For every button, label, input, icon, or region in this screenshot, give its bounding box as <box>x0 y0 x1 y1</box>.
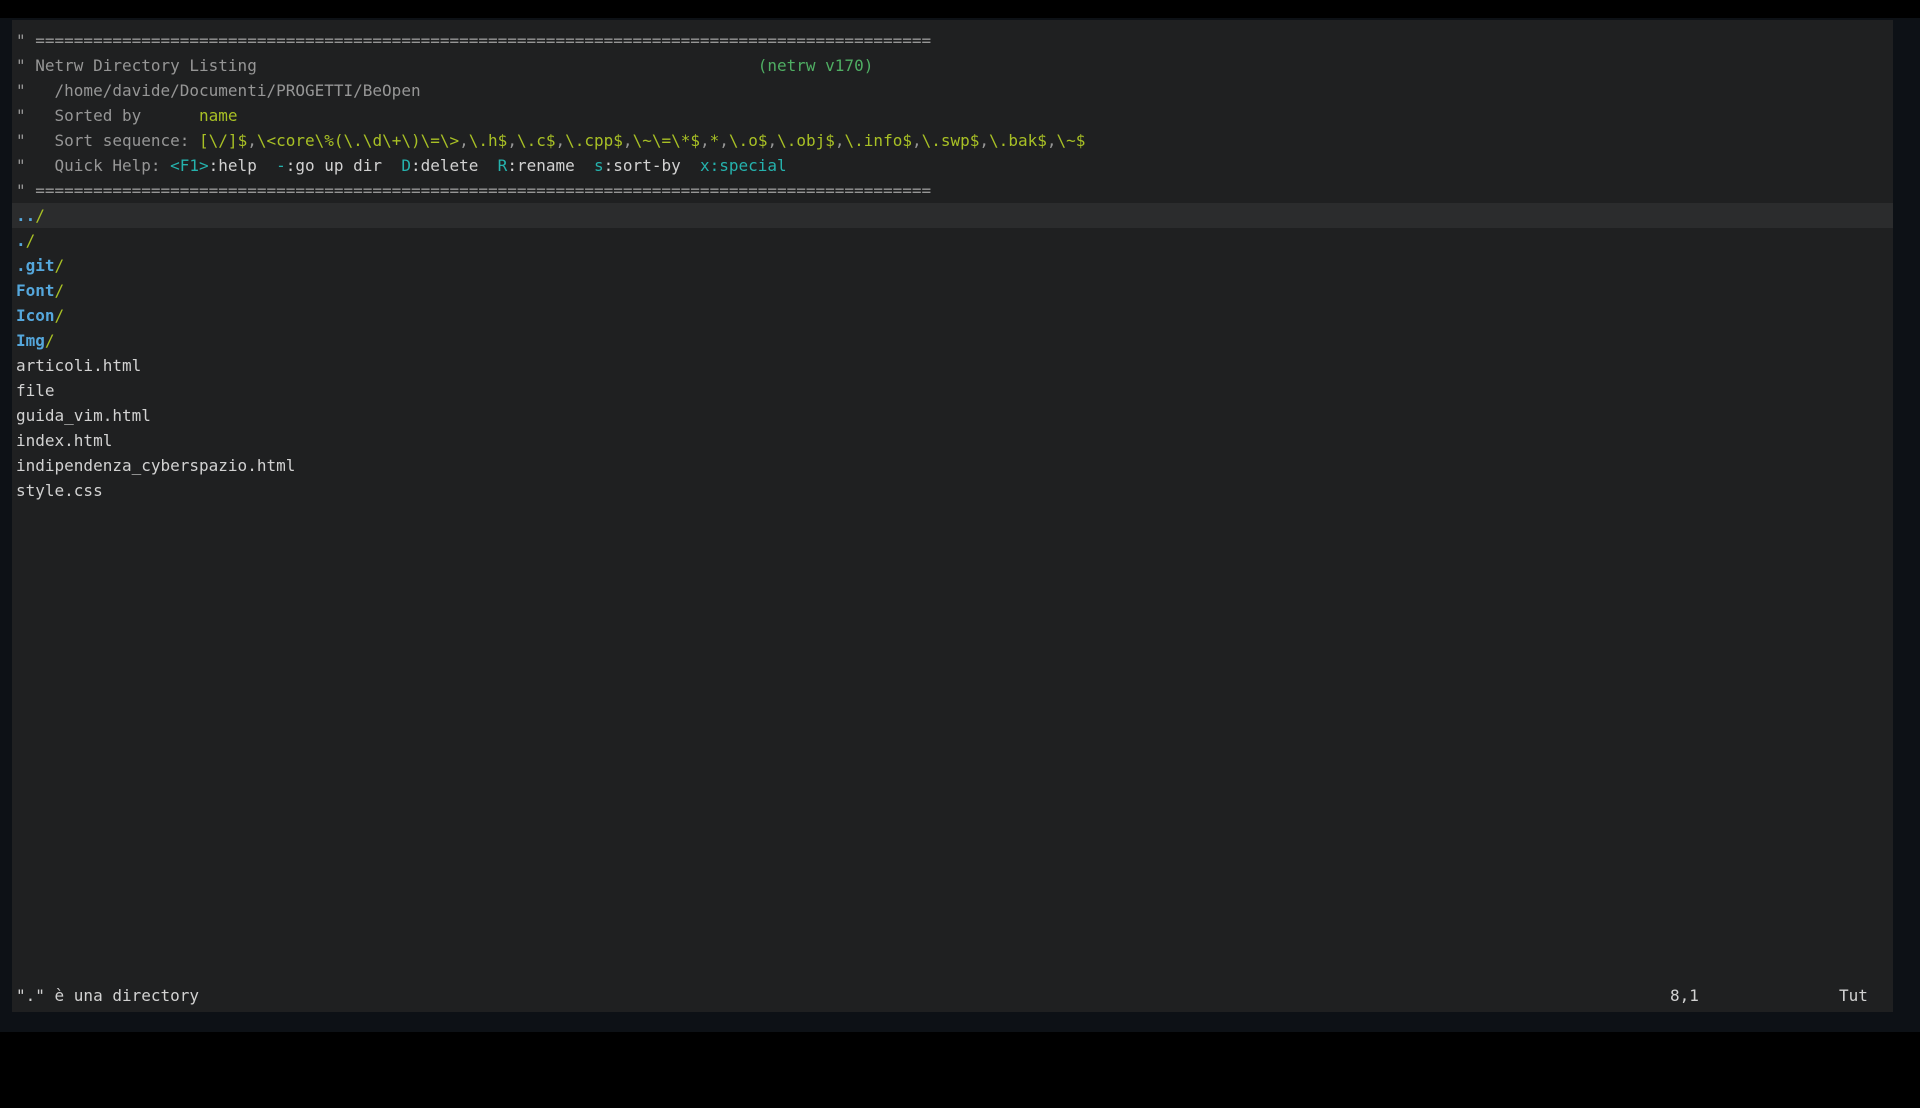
file-name: indipendenza_cyberspazio.html <box>16 456 295 475</box>
netrw-entry-indexhtml[interactable]: index.html <box>12 428 1893 453</box>
file-name: style.css <box>16 481 103 500</box>
sort-sequence-token: \.obj$ <box>777 131 835 150</box>
quick-help-desc: :sort-by <box>604 156 681 175</box>
sort-sequence-token: \.info$ <box>845 131 912 150</box>
sort-sequence-token: \.swp$ <box>922 131 980 150</box>
banner-directory-path: " /home/davide/Documenti/PROGETTI/BeOpen <box>12 78 1893 103</box>
quick-help-key: x <box>700 156 710 175</box>
directory-slash: / <box>55 281 65 300</box>
sort-sequence-token: \.o$ <box>729 131 768 150</box>
quick-help-desc: :delete <box>411 156 478 175</box>
banner-separator-bottom: " ======================================… <box>12 178 1893 203</box>
banner-sort-sequence: " Sort sequence: [\/]$,\<core\%(\.\d\+\)… <box>12 128 1893 153</box>
sort-sequence-token: \<core\%(\.\d\+\)\=\> <box>257 131 459 150</box>
directory-name: .git <box>16 256 55 275</box>
sort-sequence-token: \.cpp$ <box>565 131 623 150</box>
quick-help-key: <F1> <box>170 156 209 175</box>
sort-sequence-token: \.c$ <box>517 131 556 150</box>
sort-by-value: name <box>199 106 238 125</box>
netrw-entry-[interactable]: ./ <box>12 228 1893 253</box>
netrw-entry-Icon[interactable]: Icon/ <box>12 303 1893 328</box>
status-message: "." è una directory <box>16 983 199 1008</box>
file-name: articoli.html <box>16 356 141 375</box>
quick-help-key: s <box>594 156 604 175</box>
directory-name: Font <box>16 281 55 300</box>
sort-sequence-token: * <box>710 131 720 150</box>
sort-sequence-token: \~$ <box>1056 131 1085 150</box>
sort-sequence-token: \.h$ <box>469 131 508 150</box>
banner-title: " Netrw Directory Listing (netrw v170) <box>12 53 1893 78</box>
sort-sequence-token: [\/]$ <box>199 131 247 150</box>
directory-slash: / <box>35 206 45 225</box>
netrw-entry-stylecss[interactable]: style.css <box>12 478 1893 503</box>
vim-command-line: "." è una directory 8,1 Tut <box>12 983 1893 1008</box>
terminal-window: " ======================================… <box>0 18 1920 1032</box>
quick-help-key: - <box>276 156 286 175</box>
netrw-buffer: " ======================================… <box>12 20 1893 503</box>
banner-quick-help: " Quick Help: <F1>:help -:go up dir D:de… <box>12 153 1893 178</box>
vim-editor: " ======================================… <box>12 20 1893 1012</box>
directory-slash: / <box>55 306 65 325</box>
netrw-entry-articolihtml[interactable]: articoli.html <box>12 353 1893 378</box>
quick-help-desc: :rename <box>507 156 574 175</box>
netrw-version: (netrw v170) <box>758 56 874 75</box>
cursor-position-ruler: 8,1 <box>1670 983 1699 1008</box>
netrw-entry-file[interactable]: file <box>12 378 1893 403</box>
banner-separator-top: " ======================================… <box>12 28 1893 53</box>
netrw-entry-Img[interactable]: Img/ <box>12 328 1893 353</box>
directory-name: . <box>16 231 26 250</box>
current-directory-path: " /home/davide/Documenti/PROGETTI/BeOpen <box>16 81 421 100</box>
scroll-position-indicator: Tut <box>1839 983 1868 1008</box>
quick-help-key: D <box>401 156 411 175</box>
quick-help-desc: :go up dir <box>286 156 382 175</box>
quick-help-desc: :special <box>710 156 787 175</box>
directory-name: Icon <box>16 306 55 325</box>
directory-name: Img <box>16 331 45 350</box>
netrw-entry-[interactable]: ../ <box>12 203 1893 228</box>
netrw-entry-indipendenza_cyberspaziohtml[interactable]: indipendenza_cyberspazio.html <box>12 453 1893 478</box>
sort-sequence-token: \~\=\*$ <box>633 131 700 150</box>
netrw-entry-Font[interactable]: Font/ <box>12 278 1893 303</box>
sort-sequence-token: \.bak$ <box>989 131 1047 150</box>
file-name: index.html <box>16 431 112 450</box>
file-name: file <box>16 381 55 400</box>
directory-slash: / <box>45 331 55 350</box>
banner-sorted-by: " Sorted by name <box>12 103 1893 128</box>
directory-name: .. <box>16 206 35 225</box>
netrw-entry-git[interactable]: .git/ <box>12 253 1893 278</box>
directory-slash: / <box>26 231 36 250</box>
directory-slash: / <box>55 256 65 275</box>
quick-help-key: R <box>498 156 508 175</box>
file-name: guida_vim.html <box>16 406 151 425</box>
netrw-entry-guida_vimhtml[interactable]: guida_vim.html <box>12 403 1893 428</box>
quick-help-desc: :help <box>209 156 257 175</box>
